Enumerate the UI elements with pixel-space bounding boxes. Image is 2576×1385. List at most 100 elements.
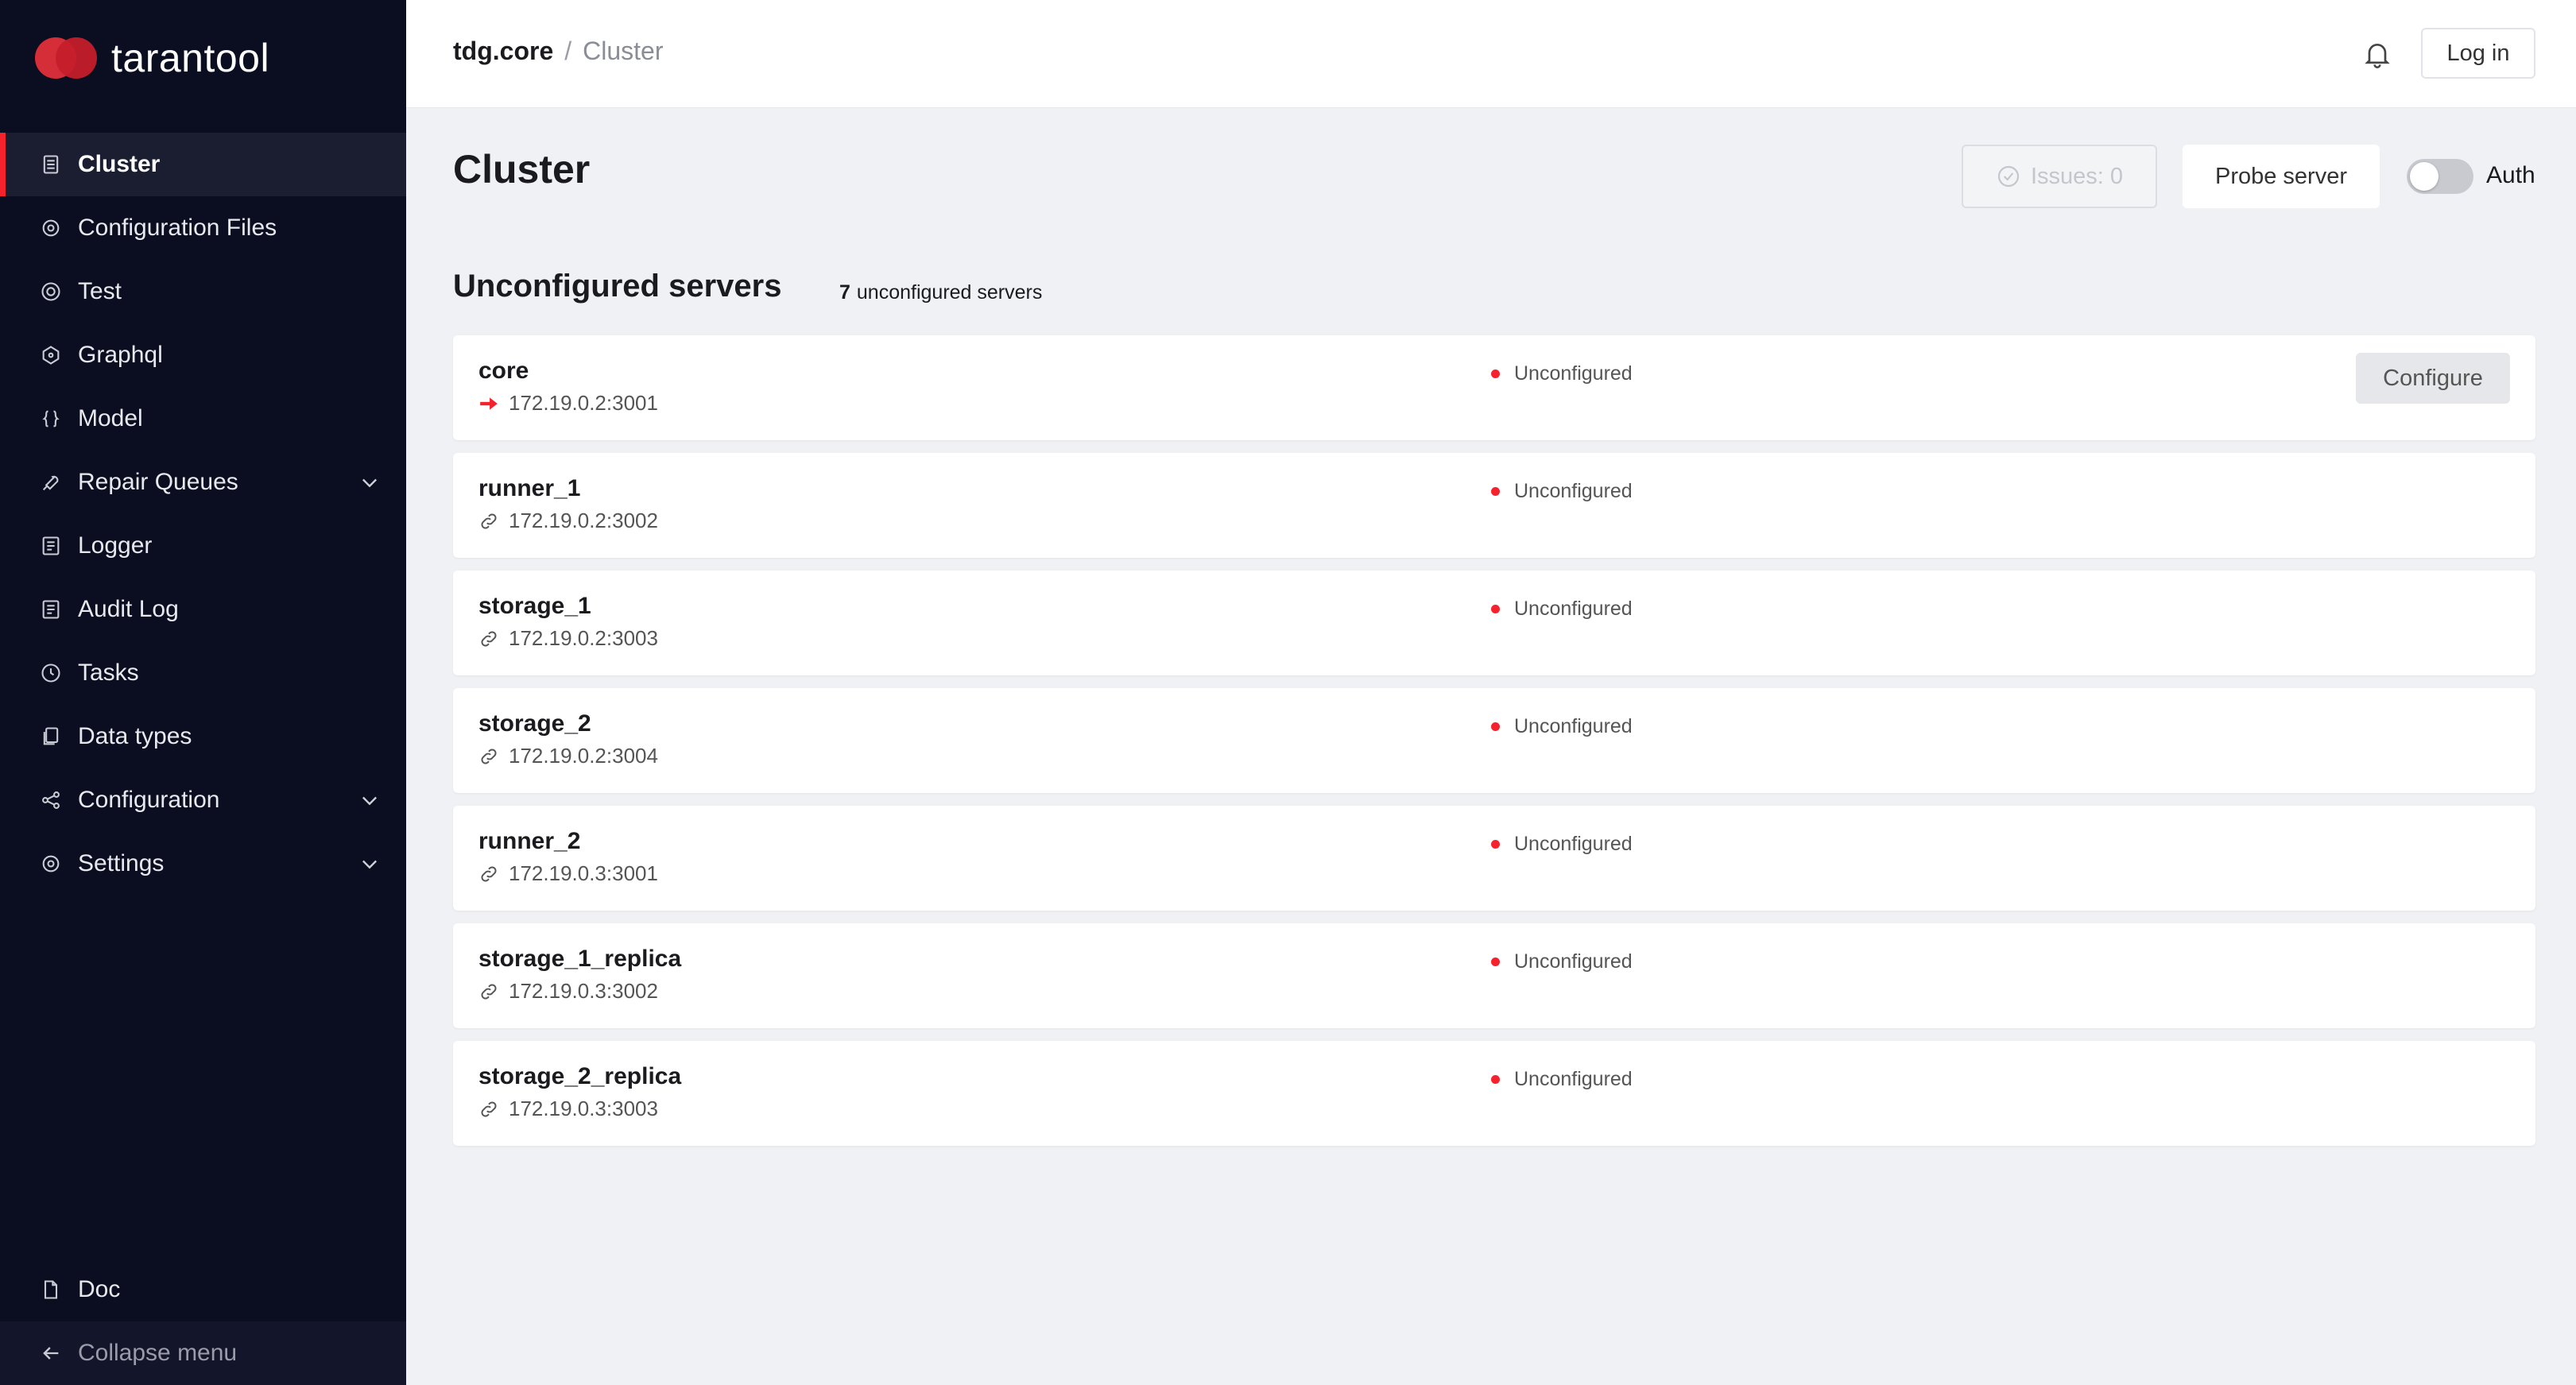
tarantool-logo-icon [35, 34, 99, 82]
status-dot [1491, 369, 1500, 378]
sidebar-item-label: Doc [78, 1276, 121, 1302]
sidebar-item-graphql[interactable]: Graphql [0, 323, 406, 387]
server-status: Unconfigured [1491, 950, 1633, 973]
server-icon [38, 152, 64, 177]
target-icon [38, 279, 64, 304]
server-row: storage_1 172.19.0.2:3003 Unconfigured [453, 571, 2535, 675]
server-name: runner_1 [478, 475, 581, 501]
sidebar-item-label: Test [78, 278, 122, 304]
status-dot [1491, 840, 1500, 849]
server-uri-text: 172.19.0.2:3001 [509, 391, 658, 415]
arrow-right-icon [480, 397, 498, 410]
log-icon [38, 597, 64, 622]
server-uri-text: 172.19.0.2:3002 [509, 509, 658, 532]
server-row: storage_2 172.19.0.2:3004 Unconfigured [453, 688, 2535, 793]
sidebar-item-test[interactable]: Test [0, 260, 406, 323]
server-name: core [478, 358, 529, 384]
auth-toggle[interactable] [2407, 159, 2473, 194]
bell-icon[interactable] [2361, 38, 2393, 70]
arrow-left-icon [38, 1341, 64, 1366]
sidebar-item-label: Tasks [78, 660, 139, 686]
configure-button[interactable]: Configure [2356, 353, 2510, 404]
server-uri: 172.19.0.2:3002 [478, 509, 658, 533]
sidebar-item-tasks[interactable]: Tasks [0, 641, 406, 705]
files-icon [38, 724, 64, 749]
server-status: Unconfigured [1491, 480, 1633, 503]
sidebar-item-logger[interactable]: Logger [0, 514, 406, 578]
server-row: runner_2 172.19.0.3:3001 Unconfigured [453, 806, 2535, 911]
sidebar-item-settings[interactable]: Settings [0, 832, 406, 896]
breadcrumb-root[interactable]: tdg.core [453, 37, 553, 66]
status-text: Unconfigured [1514, 362, 1633, 385]
sidebar: tarantool Cluster Configuration Files Te… [0, 0, 406, 1385]
sidebar-item-cluster[interactable]: Cluster [0, 133, 406, 196]
server-uri: 172.19.0.3:3002 [478, 979, 658, 1004]
top-header: tdg.core / Cluster Log in [406, 0, 2576, 108]
sidebar-item-repair-queues[interactable]: Repair Queues [0, 451, 406, 514]
breadcrumb-separator: / [564, 37, 572, 65]
server-uri-text: 172.19.0.3:3003 [509, 1097, 658, 1120]
logo-text: tarantool [111, 36, 270, 80]
server-uri: 172.19.0.3:3001 [478, 861, 658, 886]
sidebar-item-configuration[interactable]: Configuration [0, 768, 406, 832]
server-name: runner_2 [478, 828, 581, 854]
status-dot [1491, 722, 1500, 731]
server-name: storage_2 [478, 710, 591, 737]
issues-button[interactable]: Issues: 0 [1962, 145, 2157, 208]
status-text: Unconfigured [1514, 715, 1633, 737]
sidebar-item-audit-log[interactable]: Audit Log [0, 578, 406, 641]
server-status: Unconfigured [1491, 715, 1633, 738]
status-text: Unconfigured [1514, 598, 1633, 620]
server-row: runner_1 172.19.0.2:3002 Unconfigured [453, 453, 2535, 558]
link-icon [481, 513, 497, 528]
wrench-icon [38, 470, 64, 495]
sidebar-item-label: Configuration [78, 787, 220, 813]
server-name: storage_1 [478, 593, 591, 619]
sidebar-item-data-types[interactable]: Data types [0, 705, 406, 768]
login-button[interactable]: Log in [2421, 28, 2535, 79]
logo[interactable]: tarantool [35, 32, 269, 84]
sidebar-item-label: Configuration Files [78, 215, 277, 241]
status-text: Unconfigured [1514, 950, 1633, 973]
log-icon [38, 533, 64, 559]
sidebar-item-doc[interactable]: Doc [0, 1258, 406, 1321]
chevron-down-icon[interactable] [358, 789, 381, 811]
sidebar-item-configuration-files[interactable]: Configuration Files [0, 196, 406, 260]
sidebar-item-label: Repair Queues [78, 469, 238, 495]
server-row: storage_1_replica 172.19.0.3:3002 Unconf… [453, 923, 2535, 1028]
sidebar-nav: Cluster Configuration Files Test Graphql… [0, 133, 406, 896]
sidebar-item-label: Audit Log [78, 596, 179, 622]
chevron-down-icon[interactable] [358, 853, 381, 875]
auth-label: Auth [2486, 162, 2535, 188]
collapse-menu-button[interactable]: Collapse menu [0, 1321, 406, 1385]
link-icon [481, 749, 497, 764]
issues-label: Issues: 0 [2030, 163, 2124, 189]
share-icon [38, 787, 64, 813]
sidebar-item-label: Settings [78, 850, 165, 876]
link-icon [481, 631, 497, 646]
server-uri-text: 172.19.0.3:3001 [509, 861, 658, 885]
sidebar-item-model[interactable]: Model [0, 387, 406, 451]
server-uri: 172.19.0.3:3003 [478, 1097, 658, 1121]
check-circle-icon [1997, 165, 2020, 188]
link-icon [481, 984, 497, 999]
clock-icon [38, 660, 64, 686]
chevron-down-icon[interactable] [358, 471, 381, 493]
server-name: storage_2_replica [478, 1063, 682, 1089]
breadcrumb-current: Cluster [583, 37, 664, 65]
document-icon [38, 1277, 64, 1302]
status-text: Unconfigured [1514, 833, 1633, 855]
probe-server-button[interactable]: Probe server [2183, 145, 2380, 208]
server-status: Unconfigured [1491, 598, 1633, 621]
server-status: Unconfigured [1491, 362, 1633, 385]
sidebar-item-label: Graphql [78, 342, 163, 368]
status-dot [1491, 958, 1500, 966]
status-dot [1491, 605, 1500, 613]
link-icon [481, 1101, 497, 1116]
status-dot [1491, 1075, 1500, 1084]
gear-icon [38, 215, 64, 241]
server-row: core 172.19.0.2:3001 Unconfigured Config… [453, 335, 2535, 440]
sidebar-item-label: Logger [78, 532, 153, 559]
breadcrumb: tdg.core / Cluster [453, 37, 663, 66]
server-list: core 172.19.0.2:3001 Unconfigured Config… [453, 335, 2535, 1159]
